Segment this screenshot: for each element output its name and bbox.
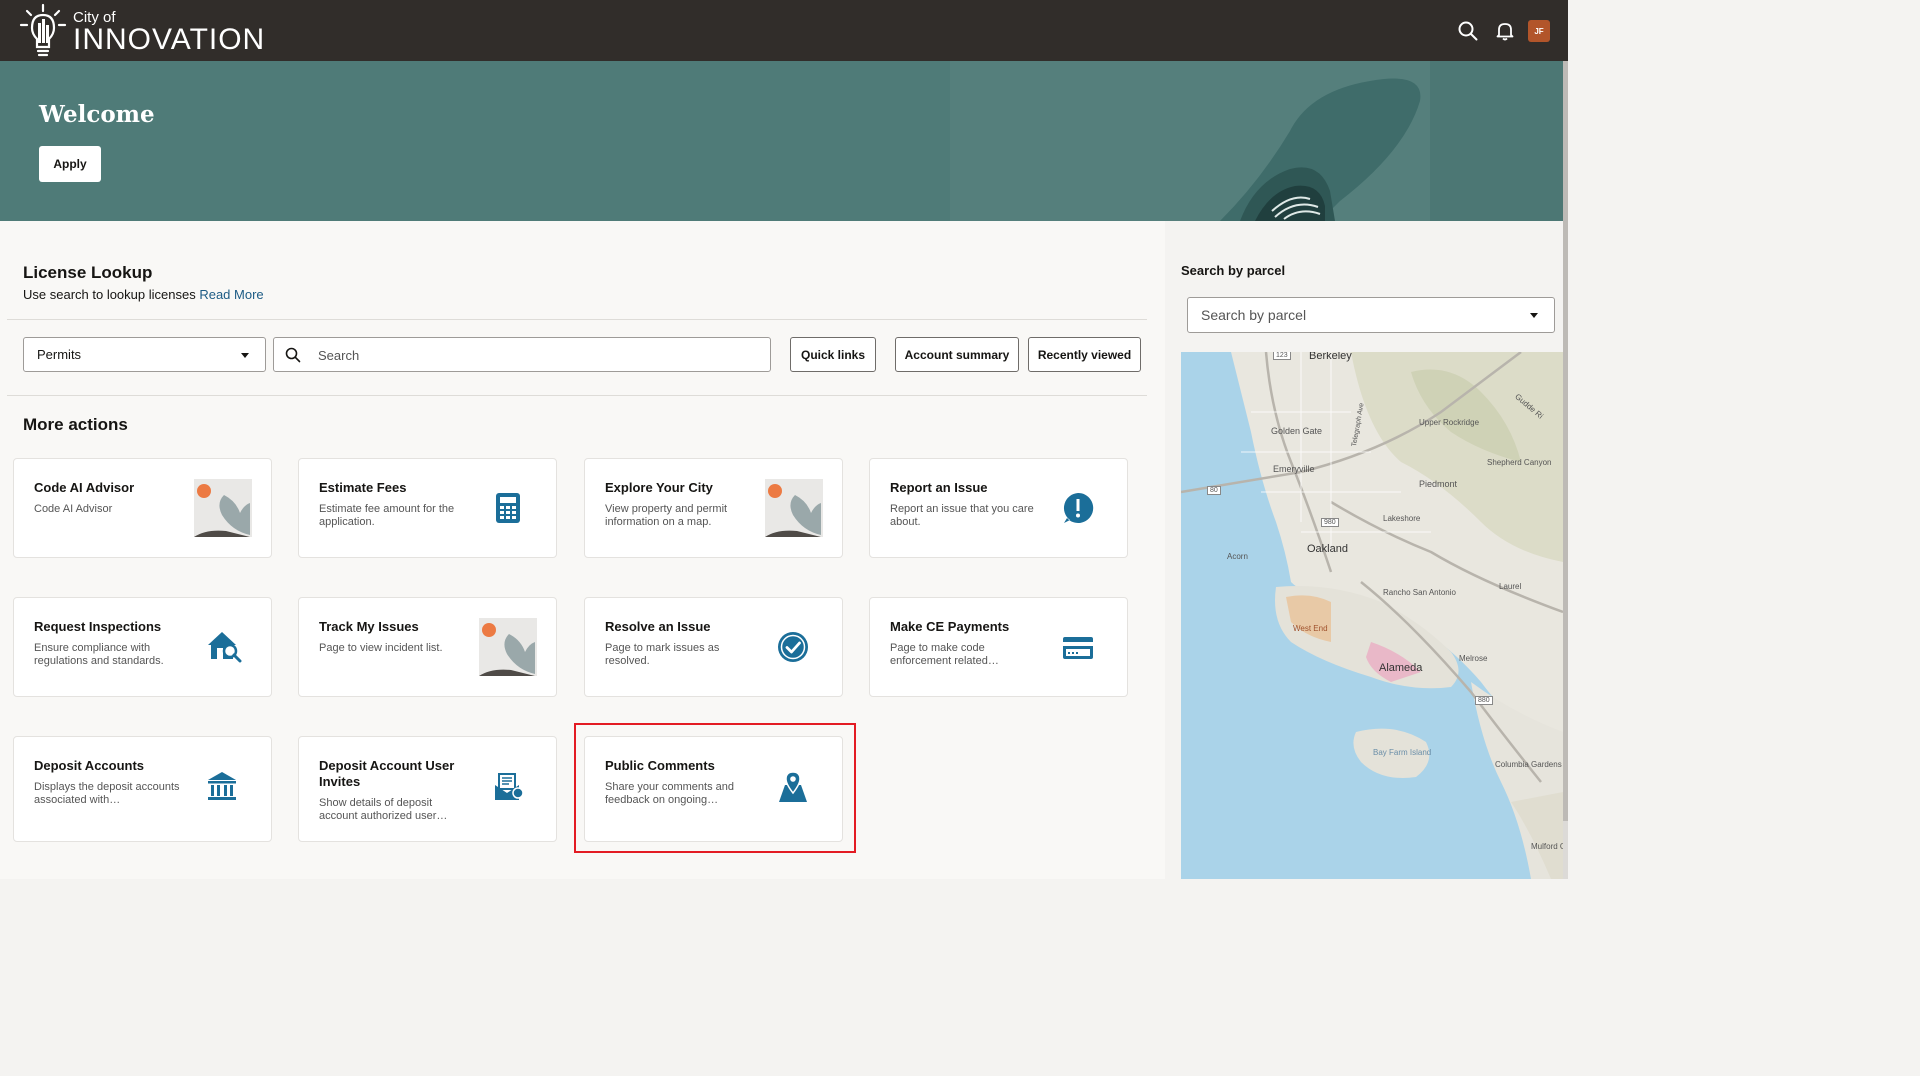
- license-search: [273, 337, 771, 372]
- card-description: View property and permit information on …: [605, 503, 728, 528]
- page-scrollbar[interactable]: [1563, 61, 1568, 879]
- highway-shield: 880: [1475, 696, 1493, 705]
- license-lookup-title: License Lookup: [23, 263, 153, 282]
- card-description: Page to make code enforcement related…: [890, 642, 999, 667]
- card-title: Deposit Accounts: [34, 758, 145, 773]
- chevron-down-icon: [1530, 313, 1538, 318]
- card-description: Estimate fee amount for the application.: [319, 503, 455, 528]
- highway-shield: 123: [1273, 352, 1291, 360]
- map-label: Oakland: [1307, 543, 1348, 555]
- image-placeholder-icon: [194, 479, 252, 537]
- card-description: Report an issue that you care about.: [890, 503, 1034, 528]
- quick-links-button[interactable]: Quick links: [790, 337, 876, 372]
- highlight-box: [574, 723, 856, 853]
- action-card-explore-your-city[interactable]: Explore Your City View property and perm…: [584, 458, 843, 558]
- exclamation-icon: [1063, 492, 1094, 523]
- map-label: Shepherd Canyon: [1487, 458, 1552, 467]
- credit-card-icon: [1063, 637, 1093, 659]
- parcel-title: Search by parcel: [1181, 263, 1286, 278]
- check-circle-icon: [778, 632, 808, 662]
- parcel-panel: Search by parcel Search by parcel Berkel…: [1165, 221, 1568, 879]
- apply-button[interactable]: Apply: [39, 146, 101, 182]
- brand-title: INNOVATION: [73, 23, 266, 56]
- map-label: Mulford Gardens: [1531, 842, 1563, 851]
- search-input[interactable]: [318, 345, 748, 365]
- welcome-title: Welcome: [39, 101, 155, 128]
- map-label: Piedmont: [1419, 479, 1458, 489]
- card-description: Code AI Advisor: [34, 503, 113, 515]
- map-label: Emeryville: [1273, 464, 1315, 474]
- image-placeholder-icon: [765, 479, 823, 537]
- bank-icon: [208, 772, 236, 800]
- invite-icon: [495, 773, 524, 800]
- search-icon: [285, 347, 301, 363]
- parcel-select-value: Search by parcel: [1201, 307, 1307, 323]
- read-more-link[interactable]: Read More: [199, 287, 263, 302]
- top-bar: City of INNOVATION JF: [0, 0, 1568, 61]
- chevron-down-icon: [241, 353, 249, 358]
- action-card-estimate-fees[interactable]: Estimate Fees Estimate fee amount for th…: [298, 458, 557, 558]
- map-label: Bay Farm Island: [1373, 748, 1432, 757]
- card-title: Estimate Fees: [319, 480, 407, 495]
- divider: [7, 395, 1147, 396]
- welcome-banner: Welcome Apply: [0, 61, 1568, 221]
- card-description: Show details of deposit account authoriz…: [319, 797, 448, 822]
- bell-icon[interactable]: [1494, 20, 1516, 42]
- action-card-resolve-an-issue[interactable]: Resolve an Issue Page to mark issues as …: [584, 597, 843, 697]
- card-title: Deposit Account User Invites: [319, 758, 455, 789]
- card-description: Displays the deposit accounts associated…: [34, 781, 180, 806]
- divider: [7, 319, 1147, 320]
- search-icon[interactable]: [1457, 20, 1479, 42]
- map-label: Golden Gate: [1271, 426, 1323, 436]
- license-lookup-subtitle-text: Use search to lookup licenses: [23, 287, 196, 302]
- card-description: Page to view incident list.: [319, 642, 443, 654]
- action-card-deposit-accounts[interactable]: Deposit Accounts Displays the deposit ac…: [13, 736, 272, 842]
- map-label: Alameda: [1379, 662, 1423, 674]
- card-title: Explore Your City: [605, 480, 713, 495]
- highway-shield: 80: [1207, 486, 1221, 495]
- card-title: Track My Issues: [319, 619, 419, 634]
- house-inspect-icon: [208, 632, 242, 663]
- map-label: Columbia Gardens: [1495, 760, 1562, 769]
- action-card-request-inspections[interactable]: Request Inspections Ensure compliance wi…: [13, 597, 272, 697]
- card-title: Request Inspections: [34, 619, 162, 634]
- category-select-value: Permits: [37, 347, 82, 362]
- recently-viewed-button[interactable]: Recently viewed: [1028, 337, 1141, 372]
- hero-illustration: [950, 61, 1568, 221]
- map-label: Upper Rockridge: [1419, 418, 1480, 427]
- map-label: West End: [1293, 624, 1328, 633]
- map-label: Rancho San Antonio: [1383, 588, 1456, 597]
- card-description: Page to mark issues as resolved.: [605, 642, 720, 667]
- scrollbar-thumb[interactable]: [1563, 61, 1568, 821]
- main-content: License Lookup Use search to lookup lice…: [0, 221, 1165, 879]
- more-actions-title: More actions: [23, 415, 128, 434]
- category-select[interactable]: Permits: [23, 337, 266, 372]
- action-card-deposit-account-user-invites[interactable]: Deposit Account User Invites Show detail…: [298, 736, 557, 842]
- lightbulb-logo-icon[interactable]: [18, 3, 68, 59]
- parcel-map[interactable]: Berkeley Golden Gate Telegraph Ave Upper…: [1181, 352, 1563, 879]
- calculator-icon: [496, 493, 520, 523]
- image-placeholder-icon: [479, 618, 537, 676]
- map-label: Berkeley: [1309, 352, 1352, 362]
- map-graphic: [1181, 352, 1563, 879]
- card-title: Resolve an Issue: [605, 619, 711, 634]
- map-label: Laurel: [1499, 582, 1522, 591]
- map-label: Acorn: [1227, 552, 1248, 561]
- map-label: Melrose: [1459, 654, 1488, 663]
- card-title: Code AI Advisor: [34, 480, 135, 495]
- highway-shield: 980: [1321, 518, 1339, 527]
- action-card-track-my-issues[interactable]: Track My Issues Page to view incident li…: [298, 597, 557, 697]
- card-title: Make CE Payments: [890, 619, 1010, 634]
- map-label: Lakeshore: [1383, 514, 1421, 523]
- action-card-make-ce-payments[interactable]: Make CE Payments Page to make code enfor…: [869, 597, 1128, 697]
- card-title: Report an Issue: [890, 480, 988, 495]
- account-summary-button[interactable]: Account summary: [895, 337, 1019, 372]
- card-description: Ensure compliance with regulations and s…: [34, 642, 164, 667]
- action-card-report-an-issue[interactable]: Report an Issue Report an issue that you…: [869, 458, 1128, 558]
- license-lookup-subtitle: Use search to lookup licenses Read More: [23, 287, 264, 302]
- parcel-select[interactable]: Search by parcel: [1187, 297, 1555, 333]
- action-card-code-ai-advisor[interactable]: Code AI Advisor Code AI Advisor: [13, 458, 272, 558]
- user-avatar[interactable]: JF: [1528, 20, 1550, 42]
